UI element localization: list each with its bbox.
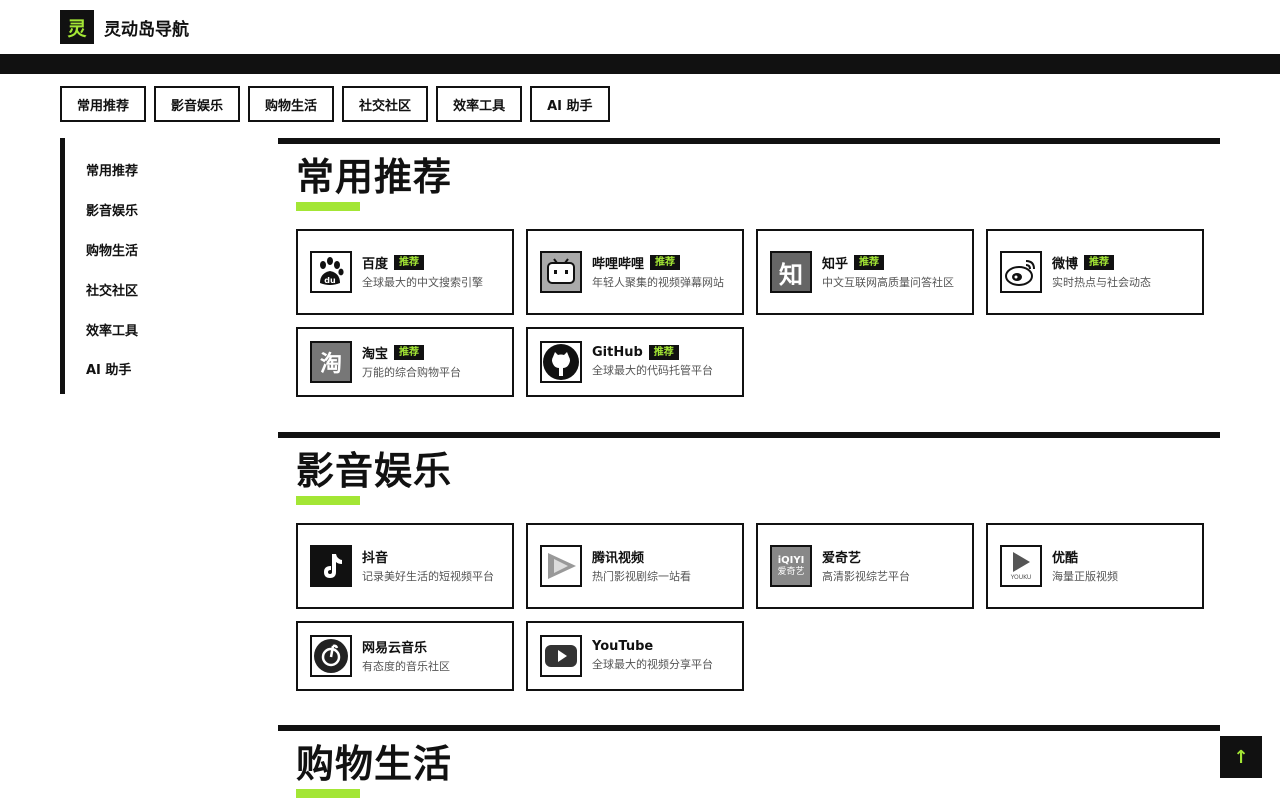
site-card-bilibili[interactable]: 哔哩哔哩 推荐 年轻人聚集的视频弹幕网站 xyxy=(526,229,744,315)
tab-social[interactable]: 社交社区 xyxy=(342,86,429,122)
header-band xyxy=(0,54,1280,74)
douyin-icon xyxy=(310,545,352,587)
site-card-zhihu[interactable]: 知 知乎 推荐 中文互联网高质量问答社区 xyxy=(756,229,974,315)
iqiyi-icon-subtext: 爱奇艺 xyxy=(777,566,805,577)
zhihu-icon-glyph: 知 xyxy=(779,260,803,289)
section-title: 影音娱乐 xyxy=(296,449,453,493)
site-name: 微博 xyxy=(1052,257,1079,272)
site-card-tencent-video[interactable]: 腾讯视频 热门影视剧综一站看 xyxy=(526,523,744,609)
site-card-iqiyi[interactable]: iQIYI 爱奇艺 爱奇艺 高清影视综艺平台 xyxy=(756,523,974,609)
site-name: 百度 xyxy=(362,257,389,272)
site-title[interactable]: 灵动岛导航 xyxy=(104,15,189,40)
section-common: 常用推荐 du 百度 推荐 全球最大的中文搜索引擎 哔哩哔哩 推荐 年轻人聚集的… xyxy=(278,138,1220,400)
site-description: 实时热点与社会动态 xyxy=(1052,276,1151,289)
site-card-github[interactable]: GitHub 推荐 全球最大的代码托管平台 xyxy=(526,327,744,397)
iqiyi-icon-text: iQIYI xyxy=(777,554,805,566)
netease-music-icon xyxy=(310,635,352,677)
card-grid: 抖音 记录美好生活的短视频平台 腾讯视频 热门影视剧综一站看 iQIYI 爱奇艺… xyxy=(296,523,1204,691)
card-grid: du 百度 推荐 全球最大的中文搜索引擎 哔哩哔哩 推荐 年轻人聚集的视频弹幕网… xyxy=(296,229,1204,397)
site-description: 全球最大的视频分享平台 xyxy=(592,658,713,671)
section-underline xyxy=(296,202,360,211)
site-description: 全球最大的代码托管平台 xyxy=(592,364,713,377)
site-description: 中文互联网高质量问答社区 xyxy=(822,276,954,289)
category-tabs: 常用推荐 影音娱乐 购物生活 社交社区 效率工具 AI 助手 xyxy=(60,86,610,122)
site-name: 爱奇艺 xyxy=(822,551,862,566)
site-card-netease-music[interactable]: 网易云音乐 有态度的音乐社区 xyxy=(296,621,514,691)
sidebar-item-productivity[interactable]: 效率工具 xyxy=(65,309,240,349)
site-card-taobao[interactable]: 淘 淘宝 推荐 万能的综合购物平台 xyxy=(296,327,514,397)
section-divider xyxy=(278,138,1220,144)
tab-common[interactable]: 常用推荐 xyxy=(60,86,147,122)
site-name: 网易云音乐 xyxy=(362,641,428,656)
recommend-badge: 推荐 xyxy=(854,255,885,270)
logo-icon[interactable]: 灵 xyxy=(60,10,94,44)
recommend-badge: 推荐 xyxy=(394,255,425,270)
sidebar-item-shopping[interactable]: 购物生活 xyxy=(65,230,240,270)
section-entertainment: 影音娱乐 抖音 记录美好生活的短视频平台 腾讯视频 热门影视剧综一站看 iQIY… xyxy=(278,432,1220,694)
arrow-up-icon: ↑ xyxy=(1233,746,1249,768)
section-divider xyxy=(278,725,1220,731)
site-card-baidu[interactable]: du 百度 推荐 全球最大的中文搜索引擎 xyxy=(296,229,514,315)
tab-ai[interactable]: AI 助手 xyxy=(530,86,610,122)
site-header: 灵 灵动岛导航 xyxy=(0,0,1280,54)
tencent-video-icon xyxy=(540,545,582,587)
section-title: 常用推荐 xyxy=(296,155,453,199)
taobao-icon: 淘 xyxy=(310,341,352,383)
sidebar-item-common[interactable]: 常用推荐 xyxy=(65,150,240,190)
tab-entertainment[interactable]: 影音娱乐 xyxy=(154,86,241,122)
youku-icon: YOUKU xyxy=(1000,545,1042,587)
site-name: 抖音 xyxy=(362,551,389,566)
sidebar-item-entertainment[interactable]: 影音娱乐 xyxy=(65,190,240,230)
taobao-icon-glyph: 淘 xyxy=(319,352,342,377)
site-description: 高清影视综艺平台 xyxy=(822,570,910,583)
site-name: 腾讯视频 xyxy=(592,551,645,566)
site-description: 海量正版视频 xyxy=(1052,570,1118,583)
site-description: 记录美好生活的短视频平台 xyxy=(362,570,494,583)
section-title: 购物生活 xyxy=(296,742,453,786)
section-shopping: 购物生活 xyxy=(278,725,1220,800)
section-underline xyxy=(296,789,360,798)
youtube-icon xyxy=(540,635,582,677)
site-name: 淘宝 xyxy=(362,347,389,362)
site-description: 年轻人聚集的视频弹幕网站 xyxy=(592,276,724,289)
site-card-youtube[interactable]: YouTube 全球最大的视频分享平台 xyxy=(526,621,744,691)
site-name: YouTube xyxy=(592,639,654,654)
back-to-top-button[interactable]: ↑ xyxy=(1220,736,1262,778)
section-divider xyxy=(278,432,1220,438)
recommend-badge: 推荐 xyxy=(650,255,681,270)
site-name: GitHub xyxy=(592,345,643,360)
recommend-badge: 推荐 xyxy=(648,345,679,360)
site-name: 哔哩哔哩 xyxy=(592,257,645,272)
sidebar-item-ai[interactable]: AI 助手 xyxy=(65,349,240,389)
tab-shopping[interactable]: 购物生活 xyxy=(248,86,335,122)
github-icon xyxy=(540,341,582,383)
site-name: 知乎 xyxy=(822,257,849,272)
svg-text:du: du xyxy=(324,276,336,285)
bilibili-icon xyxy=(540,251,582,293)
sidebar-item-social[interactable]: 社交社区 xyxy=(65,269,240,309)
site-name: 优酷 xyxy=(1052,551,1079,566)
tab-productivity[interactable]: 效率工具 xyxy=(436,86,523,122)
site-card-douyin[interactable]: 抖音 记录美好生活的短视频平台 xyxy=(296,523,514,609)
iqiyi-icon: iQIYI 爱奇艺 xyxy=(770,545,812,587)
zhihu-icon: 知 xyxy=(770,251,812,293)
site-description: 全球最大的中文搜索引擎 xyxy=(362,276,483,289)
site-description: 万能的综合购物平台 xyxy=(362,366,461,379)
weibo-icon xyxy=(1000,251,1042,293)
site-card-youku[interactable]: YOUKU 优酷 海量正版视频 xyxy=(986,523,1204,609)
site-description: 热门影视剧综一站看 xyxy=(592,570,691,583)
site-description: 有态度的音乐社区 xyxy=(362,660,450,673)
section-underline xyxy=(296,496,360,505)
site-card-weibo[interactable]: 微博 推荐 实时热点与社会动态 xyxy=(986,229,1204,315)
recommend-badge: 推荐 xyxy=(1084,255,1115,270)
youku-icon-text: YOUKU xyxy=(1010,574,1032,581)
recommend-badge: 推荐 xyxy=(394,345,425,360)
sidebar-nav: 常用推荐 影音娱乐 购物生活 社交社区 效率工具 AI 助手 xyxy=(60,138,240,394)
baidu-icon: du xyxy=(310,251,352,293)
